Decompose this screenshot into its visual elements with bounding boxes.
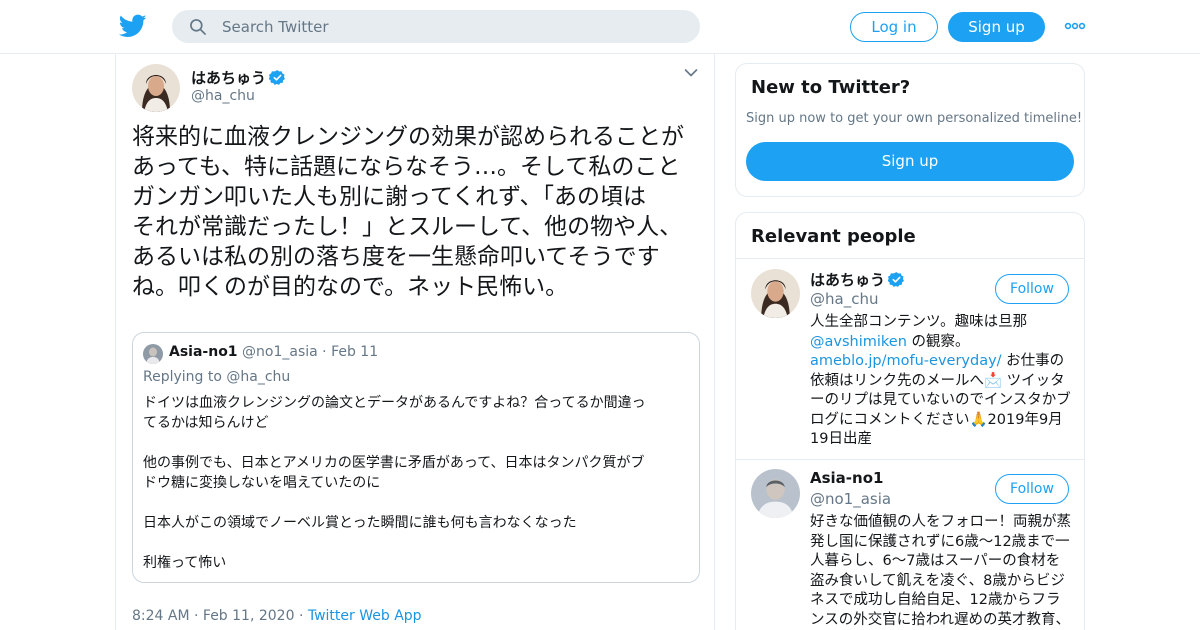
replying-prefix: Replying to bbox=[143, 369, 222, 385]
avatar-image bbox=[751, 269, 800, 318]
follow-button[interactable]: Follow bbox=[995, 474, 1069, 504]
meta-separator-2: · bbox=[298, 608, 304, 624]
quoted-author-name: Asia-no1 bbox=[169, 344, 238, 360]
relevant-people-title: Relevant people bbox=[751, 226, 916, 247]
search-icon bbox=[190, 19, 206, 35]
avatar-image bbox=[143, 344, 163, 364]
person-bio: 人生全部コンテンツ。趣味は旦那 @avshimiken の観察。 ameblo.jp… bbox=[810, 313, 1072, 450]
quoted-text: ドイツは血液クレンジングの論文とデータがあるんですよね？合ってるか間違っ てるか… bbox=[143, 395, 646, 571]
bio-mention-link[interactable]: @avshimiken bbox=[810, 334, 907, 350]
tweet-date[interactable]: Feb 11, 2020 bbox=[203, 608, 295, 624]
avatar-image bbox=[751, 469, 800, 518]
author-name[interactable]: はあちゅう bbox=[191, 67, 286, 88]
person-handle[interactable]: @ha_chu bbox=[810, 290, 878, 308]
person-bio: 好きな価値観の人をフォロー！両親が蒸発し国に保護されずに6歳〜12歳まで一人暮ら… bbox=[810, 514, 1071, 628]
person-name-text: はあちゅう bbox=[810, 271, 886, 289]
person-name[interactable]: Asia-no1 bbox=[810, 469, 883, 487]
signup-button[interactable]: Sign up bbox=[948, 12, 1045, 42]
follow-button[interactable]: Follow bbox=[995, 274, 1069, 304]
bio-text: 人生全部コンテンツ。趣味は旦那 bbox=[810, 314, 1028, 330]
tweet-metadata: 8:24 AM · Feb 11, 2020 · Twitter Web App bbox=[132, 608, 422, 624]
new-to-twitter-card: New to Twitter? Sign up now to get your … bbox=[735, 63, 1085, 197]
tweet-text: 将来的に血液クレンジングの効果が認められることが あっても、特に話題にならなそう… bbox=[132, 124, 684, 300]
login-button[interactable]: Log in bbox=[850, 12, 938, 42]
author-avatar[interactable] bbox=[132, 64, 180, 112]
quoted-date: Feb 11 bbox=[331, 344, 379, 360]
new-to-twitter-title: New to Twitter? bbox=[751, 77, 911, 98]
divider bbox=[736, 459, 1084, 460]
tweet-time[interactable]: 8:24 AM bbox=[132, 608, 190, 624]
sidebar-signup-button[interactable]: Sign up bbox=[746, 142, 1074, 181]
search-input[interactable]: Search Twitter bbox=[172, 10, 700, 43]
tweet-source-link[interactable]: Twitter Web App bbox=[308, 608, 422, 624]
author-name-text: はあちゅう bbox=[191, 69, 267, 87]
bio-text: の観察。 bbox=[906, 333, 970, 350]
chevron-down-icon[interactable] bbox=[684, 68, 698, 78]
quoted-author-avatar bbox=[143, 344, 163, 364]
avatar-image bbox=[132, 64, 180, 112]
author-handle[interactable]: @ha_chu bbox=[191, 88, 255, 104]
verified-badge-icon bbox=[888, 272, 904, 287]
replying-to-handle: @ha_chu bbox=[226, 369, 291, 385]
twitter-bird-icon[interactable] bbox=[119, 12, 147, 40]
verified-badge-icon bbox=[269, 70, 285, 85]
quoted-header: Asia-no1 @no1_asia · Feb 11 bbox=[169, 344, 378, 360]
person-avatar[interactable] bbox=[751, 469, 800, 518]
divider bbox=[736, 258, 1084, 259]
person-handle[interactable]: @no1_asia bbox=[810, 490, 891, 508]
more-dots-icon[interactable] bbox=[1064, 16, 1086, 36]
replying-to: Replying to @ha_chu bbox=[143, 369, 290, 385]
top-navigation-bar: Search Twitter Log in Sign up bbox=[0, 0, 1200, 54]
quoted-tweet[interactable]: Asia-no1 @no1_asia · Feb 11 Replying to … bbox=[132, 332, 700, 583]
meta-separator: · bbox=[194, 608, 199, 624]
person-avatar[interactable] bbox=[751, 269, 800, 318]
quoted-separator: · bbox=[322, 344, 327, 360]
relevant-people-card: Relevant people はあちゅう @ha_chu Follow 人生全… bbox=[735, 212, 1085, 630]
tweet-detail: はあちゅう @ha_chu 将来的に血液クレンジングの効果が認められることが あ… bbox=[115, 54, 715, 630]
bio-url-link[interactable]: ameblo.jp/mofu-everyday/ bbox=[810, 353, 1002, 369]
search-placeholder: Search Twitter bbox=[222, 18, 329, 36]
quoted-author-handle: @no1_asia bbox=[242, 344, 318, 360]
person-name[interactable]: はあちゅう bbox=[810, 269, 905, 290]
new-to-twitter-subtitle: Sign up now to get your own personalized… bbox=[746, 111, 1083, 126]
